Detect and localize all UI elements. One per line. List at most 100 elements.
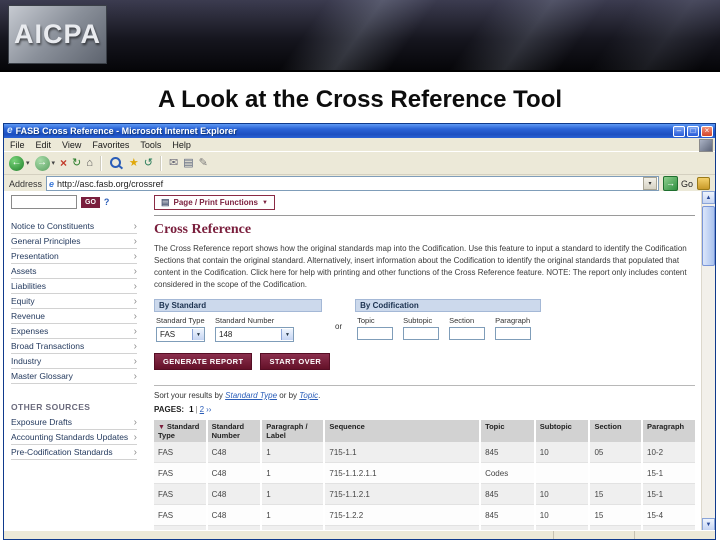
sidebar-item-label: Master Glossary [11,371,73,381]
divider [154,215,695,216]
sort-suffix: . [318,391,321,400]
go-button[interactable]: → Go [662,176,693,191]
sidebar-item-label: Industry [11,356,42,366]
chevron-right-icon [134,417,137,428]
close-button[interactable]: × [701,125,713,137]
favorites-icon[interactable]: ★ [129,157,139,169]
status-segment [4,531,553,539]
sidebar-item[interactable]: Pre-Codification Standards [11,445,137,460]
standard-type-label: Standard Type [156,316,205,325]
topic-input[interactable] [357,327,394,340]
start-over-button[interactable]: START OVER [260,353,331,370]
column-header[interactable]: Topic [480,420,536,442]
sidebar-item[interactable]: General Principles [11,234,137,249]
band-streak [250,0,460,70]
cell-topic[interactable]: 845 [480,504,536,526]
cell-paragraph-label: 1 [261,504,326,526]
help-link[interactable]: ? [104,197,110,207]
cell-topic[interactable]: Codes [480,462,536,484]
sidebar-item[interactable]: Accounting Standards Updates [11,430,137,445]
sidebar-item[interactable]: Master Glossary [11,369,137,384]
generate-report-button[interactable]: GENERATE REPORT [154,353,253,370]
next-pages-icon[interactable]: ›› [206,405,211,414]
sidebar-go-button[interactable]: GO [81,196,100,208]
menu-item[interactable]: Tools [140,140,161,150]
cell-section: 15 [589,504,644,526]
standard-type-select[interactable]: FAS ▼ [156,327,205,342]
mail-icon[interactable]: ✉ [169,157,178,169]
edit-icon[interactable]: ✎ [199,157,208,169]
column-header[interactable]: Paragraph / Label [261,420,326,442]
stop-icon[interactable]: × [60,157,67,169]
sidebar-item[interactable]: Equity [11,294,137,309]
maximize-button[interactable]: □ [687,125,699,137]
page-2-link[interactable]: 2 [200,405,204,414]
sidebar-item-label: Presentation [11,251,59,261]
page-print-functions-button[interactable]: ▤ Page / Print Functions ▼ [154,195,275,210]
column-header[interactable]: Subtopic [534,420,591,442]
table-row[interactable]: FAS C48 1 715-1.1.2.1 845 10 15 15-1 [154,483,695,505]
standard-number-select[interactable]: 148 ▼ [215,327,294,342]
subtopic-input[interactable] [403,327,440,340]
sort-by-topic-link[interactable]: Topic [299,391,318,400]
section-input[interactable] [449,327,486,340]
table-row[interactable]: FAS C48 1 715-1.1.2.1.1 Codes 15-1 [154,462,695,484]
toolbar-extension-icon[interactable] [697,177,710,190]
home-icon[interactable]: ⌂ [86,157,93,169]
menu-item[interactable]: Favorites [92,140,129,150]
paragraph-input[interactable] [495,327,532,340]
chevron-right-icon [134,266,137,277]
column-header[interactable]: Paragraph [642,420,695,442]
refresh-icon[interactable]: ↻ [72,157,81,169]
pages-label: PAGES: [154,405,185,414]
address-dropdown-icon[interactable]: ▾ [642,177,657,190]
print-icon[interactable]: ▤ [183,157,193,169]
codification-search-input[interactable] [11,195,77,209]
menu-item[interactable]: File [10,140,25,150]
back-dropdown-icon[interactable]: ▾ [26,159,30,167]
table-row[interactable]: FAS C48 1 715-1.2.2 845 10 15 15-4 [154,504,695,526]
search-icon[interactable] [109,156,121,168]
sidebar-item-label: Pre-Codification Standards [11,447,113,457]
minimize-button[interactable]: – [673,125,685,137]
cell-standard-number: C48 [206,442,263,463]
status-bar [4,530,715,539]
cell-topic[interactable]: 845 [480,483,536,505]
forward-icon[interactable]: → [34,155,50,171]
sidebar-item[interactable]: Broad Transactions [11,339,137,354]
history-icon[interactable]: ↺ [144,157,153,169]
column-header[interactable]: Standard Number [206,420,263,442]
ie-icon: e [7,125,13,136]
sidebar-item[interactable]: Exposure Drafts [11,415,137,430]
column-header[interactable]: Sequence [324,420,482,442]
sidebar-item[interactable]: Presentation [11,249,137,264]
address-input[interactable] [57,178,643,189]
menu-item[interactable]: Help [172,140,191,150]
column-header[interactable]: Standard Type [154,420,208,442]
sidebar-item[interactable]: Industry [11,354,137,369]
scroll-up-icon[interactable]: ▲ [702,191,715,204]
sort-by-standard-type-link[interactable]: Standard Type [225,391,277,400]
cell-topic[interactable]: 845 [480,442,536,463]
status-segment [553,531,634,539]
menu-item[interactable]: View [62,140,81,150]
column-header[interactable]: Section [589,420,644,442]
scrollbar-thumb[interactable] [702,206,715,266]
menu-item[interactable]: Edit [36,140,52,150]
sidebar-item[interactable]: Assets [11,264,137,279]
window-titlebar[interactable]: e FASB Cross Reference - Microsoft Inter… [4,124,715,138]
chevron-right-icon [134,432,137,443]
forward-dropdown-icon[interactable]: ▾ [52,159,56,167]
vertical-scrollbar[interactable]: ▲ ▼ [701,191,715,531]
back-icon[interactable]: ← [9,155,24,171]
chevron-down-icon: ▼ [281,329,293,340]
sidebar-item[interactable]: Revenue [11,309,137,324]
cell-paragraph: 15-1 [642,483,695,505]
chevron-down-icon: ▼ [192,329,204,340]
table-row[interactable]: FAS C48 1 715-1.1 845 10 05 10-2 [154,442,695,463]
sidebar-item[interactable]: Expenses [11,324,137,339]
sidebar-item[interactable]: Liabilities [11,279,137,294]
sidebar-item[interactable]: Notice to Constituents [11,219,137,234]
browser-window: e FASB Cross Reference - Microsoft Inter… [3,123,716,540]
other-sources-nav: Exposure Drafts Accounting Standards Upd… [11,415,137,460]
